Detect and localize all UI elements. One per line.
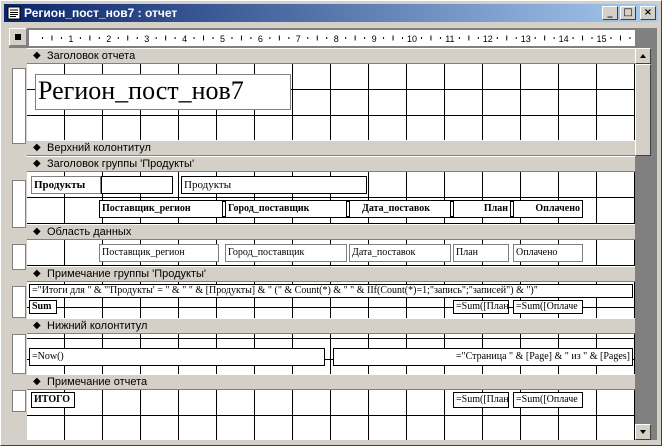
ruler-tick-label: 6 bbox=[258, 34, 263, 44]
horizontal-ruler[interactable]: 1 2 3 4 5 6 7 8 9 10 11 12 13 14 15 bbox=[29, 30, 635, 47]
section-arrow-icon: ◆ bbox=[33, 376, 41, 387]
ruler-tick-label: 10 bbox=[407, 34, 417, 44]
section-bar-detail[interactable]: ◆ Область данных bbox=[27, 224, 635, 240]
vertical-ruler[interactable] bbox=[9, 48, 27, 440]
sum-plan-field[interactable]: =Sum([План bbox=[453, 300, 509, 314]
arrow-up-icon bbox=[640, 54, 646, 58]
section-arrow-icon: ◆ bbox=[33, 268, 41, 279]
col-header-delivery-date[interactable]: Дата_поставок bbox=[349, 200, 451, 218]
vruler-group-header bbox=[12, 180, 26, 228]
group-label-ext[interactable] bbox=[101, 176, 173, 194]
scroll-down-button[interactable] bbox=[635, 424, 651, 440]
title-bar[interactable]: Регион_пост_нов7 : отчет _ □ × bbox=[4, 4, 658, 22]
vruler-detail bbox=[12, 244, 26, 270]
col-header-supplier-region[interactable]: Поставщик_регион bbox=[99, 200, 223, 218]
section-bar-report-footer[interactable]: ◆ Примечание отчета bbox=[27, 374, 635, 390]
group-footer-band[interactable]: ="Итоги для " & "'Продукты' = " & " " & … bbox=[27, 282, 635, 318]
window-title: Регион_пост_нов7 : отчет bbox=[24, 6, 178, 20]
maximize-button[interactable]: □ bbox=[620, 6, 636, 20]
vruler-group-footer bbox=[12, 286, 26, 318]
ruler-tick-label: 15 bbox=[596, 34, 606, 44]
section-label: Заголовок отчета bbox=[47, 50, 136, 62]
ruler-tick-label: 1 bbox=[68, 34, 73, 44]
page-footer-band[interactable]: =Now() ="Страница " & [Page] & " из " & … bbox=[27, 334, 635, 374]
field-plan[interactable]: План bbox=[453, 244, 509, 262]
minimize-button[interactable]: _ bbox=[602, 6, 618, 20]
section-bar-group-header[interactable]: ◆ Заголовок группы 'Продукты' bbox=[27, 156, 635, 172]
detail-band[interactable]: Поставщик_регион Город_поставщик Дата_по… bbox=[27, 240, 635, 266]
page-footer-line bbox=[27, 338, 635, 339]
field-paid[interactable]: Оплачено bbox=[513, 244, 583, 262]
section-arrow-icon: ◆ bbox=[33, 158, 41, 169]
report-title-label[interactable]: Регион_пост_нов7 bbox=[35, 74, 291, 110]
vruler-page-footer bbox=[12, 334, 26, 374]
ruler-tick-label: 8 bbox=[334, 34, 339, 44]
report-selector[interactable] bbox=[9, 28, 27, 46]
report-app-icon bbox=[7, 6, 21, 20]
ruler-tick-label: 2 bbox=[106, 34, 111, 44]
group-header-band[interactable]: Продукты Продукты Поставщик_регион Город… bbox=[27, 172, 635, 224]
vruler-report-header bbox=[12, 68, 26, 144]
section-bar-report-header[interactable]: ◆ Заголовок отчета bbox=[27, 48, 635, 64]
ruler-tick-label: 12 bbox=[483, 34, 493, 44]
ruler-tick-label: 3 bbox=[144, 34, 149, 44]
ruler-tick-label: 9 bbox=[372, 34, 377, 44]
col-header-supplier-city[interactable]: Город_поставщик bbox=[225, 200, 347, 218]
scroll-thumb[interactable] bbox=[635, 64, 651, 156]
arrow-down-icon bbox=[640, 430, 646, 434]
section-arrow-icon: ◆ bbox=[33, 50, 41, 61]
page-number-field[interactable]: ="Страница " & [Page] & " из " & [Pages] bbox=[333, 348, 633, 366]
col-header-plan[interactable]: План bbox=[453, 200, 511, 218]
section-bar-page-footer[interactable]: ◆ Нижний колонтитул bbox=[27, 318, 635, 334]
total-label[interactable]: ИТОГО bbox=[31, 392, 75, 408]
ruler-tick-label: 4 bbox=[182, 34, 187, 44]
field-supplier-city[interactable]: Город_поставщик bbox=[225, 244, 347, 262]
section-bar-group-footer[interactable]: ◆ Примечание группы 'Продукты' bbox=[27, 266, 635, 282]
ruler-tick-label: 11 bbox=[445, 34, 454, 44]
col-header-paid[interactable]: Оплачено bbox=[513, 200, 583, 218]
section-label: Верхний колонтитул bbox=[47, 142, 151, 154]
close-button[interactable]: × bbox=[640, 6, 656, 20]
section-label: Заголовок группы 'Продукты' bbox=[47, 158, 195, 170]
ruler-ticks: 1 2 3 4 5 6 7 8 9 10 11 12 13 14 15 bbox=[41, 34, 631, 44]
section-arrow-icon: ◆ bbox=[33, 320, 41, 331]
ruler-tick-label: 5 bbox=[220, 34, 225, 44]
section-bar-page-header[interactable]: ◆ Верхний колонтитул bbox=[27, 140, 635, 156]
ruler-tick-label: 14 bbox=[559, 34, 569, 44]
section-arrow-icon: ◆ bbox=[33, 142, 41, 153]
group-field[interactable]: Продукты bbox=[181, 176, 367, 194]
sum-label[interactable]: Sum bbox=[29, 300, 57, 314]
section-label: Нижний колонтитул bbox=[47, 320, 148, 332]
section-label: Примечание группы 'Продукты' bbox=[47, 268, 207, 280]
group-label[interactable]: Продукты bbox=[31, 176, 101, 194]
vruler-report-footer bbox=[12, 390, 26, 412]
ruler-tick-label: 7 bbox=[296, 34, 301, 44]
ruler-tick-label: 13 bbox=[521, 34, 531, 44]
report-header-band[interactable]: Регион_пост_нов7 bbox=[27, 64, 635, 140]
group-summary-expression[interactable]: ="Итоги для " & "'Продукты' = " & " " & … bbox=[29, 284, 633, 298]
scroll-up-button[interactable] bbox=[635, 48, 651, 64]
total-sum-plan-field[interactable]: =Sum([План bbox=[453, 392, 509, 408]
section-label: Примечание отчета bbox=[47, 376, 148, 388]
sum-paid-field[interactable]: =Sum([Оплаче bbox=[513, 300, 583, 314]
design-surface: 1 2 3 4 5 6 7 8 9 10 11 12 13 14 15 ◆ Заголовок отчета… bbox=[9, 28, 657, 440]
section-arrow-icon: ◆ bbox=[33, 226, 41, 237]
vertical-scrollbar[interactable] bbox=[635, 48, 651, 440]
now-field[interactable]: =Now() bbox=[29, 348, 325, 366]
total-sum-paid-field[interactable]: =Sum([Оплаче bbox=[513, 392, 583, 408]
section-label: Область данных bbox=[47, 226, 132, 238]
field-supplier-region[interactable]: Поставщик_регион bbox=[99, 244, 219, 262]
report-design-window: Регион_пост_нов7 : отчет _ □ × 123456789… bbox=[0, 0, 662, 446]
field-delivery-date[interactable]: Дата_поставок bbox=[349, 244, 451, 262]
report-footer-band[interactable]: ИТОГО =Sum([План =Sum([Оплаче bbox=[27, 390, 635, 440]
